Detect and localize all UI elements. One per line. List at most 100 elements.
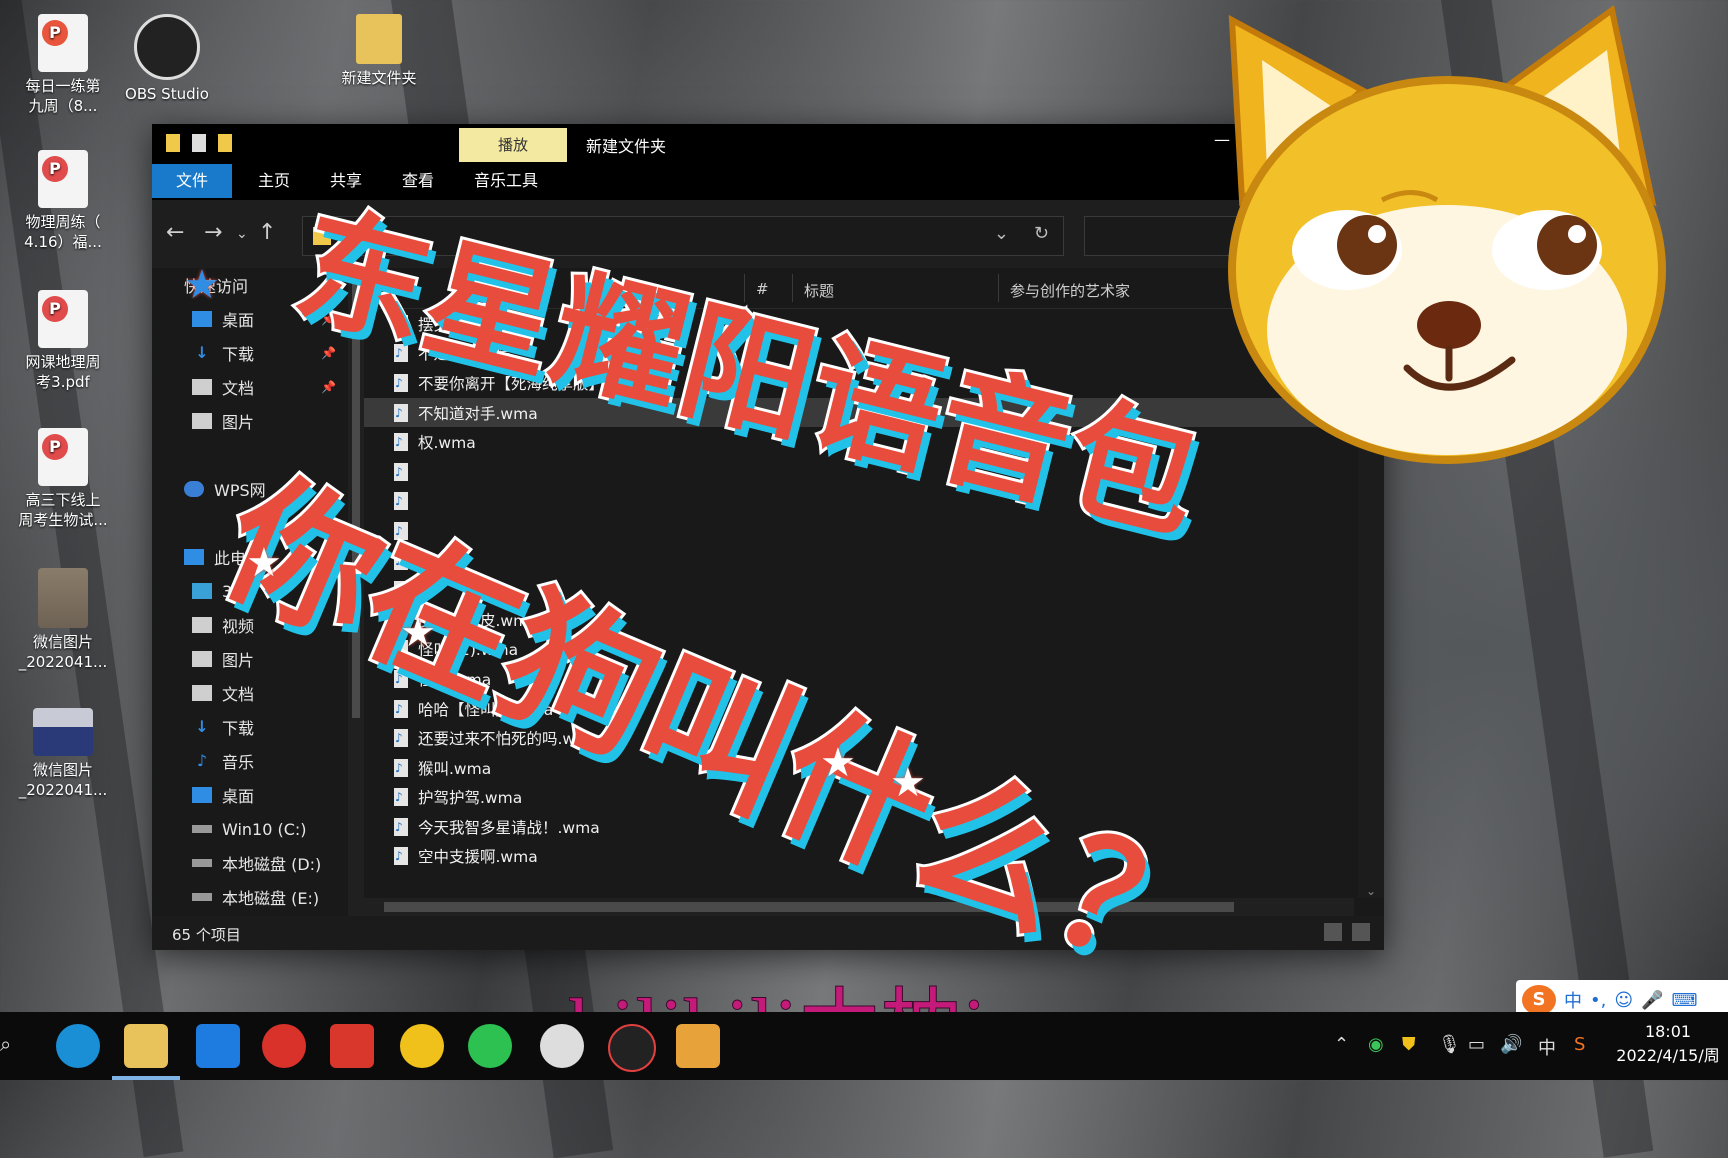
audio-file-icon — [394, 788, 408, 807]
nav-item[interactable]: 桌面 — [152, 778, 348, 812]
keyboard-icon[interactable]: ⌨ — [1672, 990, 1698, 1011]
window-title: 新建文件夹 — [586, 137, 667, 156]
bluetooth-app-icon[interactable] — [196, 1024, 240, 1068]
network-icon[interactable]: ▭ — [1468, 1034, 1485, 1055]
drive-icon — [192, 859, 212, 867]
audio-file-icon — [394, 403, 408, 422]
audio-file-icon — [394, 729, 408, 748]
desktop-icon — [192, 787, 212, 803]
scroll-down-icon[interactable]: ⌄ — [1358, 884, 1384, 898]
quick-access-toolbar[interactable] — [166, 134, 232, 152]
star-icon: ★ — [184, 268, 220, 308]
nav-item[interactable]: Win10 (C:) — [152, 812, 348, 846]
desktop-icon[interactable]: 每日一练第九周（8... — [8, 14, 118, 116]
file-name: 不知道对手.wma — [418, 404, 538, 423]
clock[interactable]: 18:01 2022/4/15/周 — [1608, 1020, 1728, 1068]
emoji-icon[interactable]: ☺ — [1614, 990, 1633, 1011]
pc-icon — [184, 549, 204, 565]
shield-icon[interactable]: ⛊ — [1402, 1034, 1416, 1055]
browser-icon[interactable] — [540, 1024, 584, 1068]
file-name: 护驾护驾.wma — [418, 789, 523, 808]
clock-date: 2022/4/15/周 — [1616, 1046, 1720, 1065]
nav-item[interactable]: ↓ 下载 — [152, 710, 348, 744]
tab-file[interactable]: 文件 — [152, 164, 232, 198]
app-status-icon[interactable]: ◉ — [1368, 1034, 1384, 1055]
audio-file-icon — [394, 847, 408, 866]
file-explorer-icon[interactable] — [112, 1024, 180, 1080]
microphone-tray-icon[interactable]: 🎙 — [1438, 1034, 1461, 1055]
desktop-icon[interactable]: 网课地理周考3.pdf — [8, 290, 118, 392]
audio-file-icon — [394, 817, 408, 836]
tray-language[interactable]: 中 — [1538, 1034, 1556, 1060]
obs-icon — [134, 14, 200, 80]
file-name: 权.wma — [418, 434, 476, 453]
desktop-icon-label: 网课地理周 — [25, 353, 101, 371]
nav-item[interactable]: 文档 — [152, 676, 348, 710]
image-icon — [33, 708, 93, 756]
details-view-icon[interactable] — [1324, 923, 1342, 941]
new-folder-icon[interactable] — [218, 134, 232, 152]
desktop-icon[interactable]: 高三下线上周考生物试... — [8, 428, 118, 530]
taskbar: ⌕ ⌃ ◉ ⛊ 🎙 ▭ 🔊 中 S 18:01 2022/4/15/周 — [0, 1012, 1728, 1080]
refresh-icon[interactable]: ↻ — [1034, 223, 1049, 244]
nav-item[interactable]: 本地磁盘 (D:) — [152, 846, 348, 880]
desktop-icon-label: _2022041... — [18, 653, 108, 671]
nav-item-label: 桌面 — [222, 787, 255, 806]
nav-item-label: Win10 (C:) — [222, 819, 307, 839]
drive-icon — [192, 825, 212, 833]
media-icon[interactable] — [676, 1024, 720, 1068]
tab-music-tools[interactable]: 音乐工具 — [454, 164, 558, 198]
forward-arrow-icon[interactable]: → — [204, 220, 222, 245]
ime-punctuation[interactable]: •, — [1590, 990, 1606, 1011]
music-app-icon[interactable] — [400, 1024, 444, 1068]
nav-item[interactable]: 本地磁盘 (E:) — [152, 880, 348, 914]
desktop-icon-label: 微信图片 — [32, 633, 93, 651]
microphone-icon[interactable]: 🎤 — [1641, 990, 1663, 1011]
up-arrow-icon[interactable]: ↑ — [258, 220, 276, 245]
nav-item-label: 本地磁盘 (E:) — [222, 889, 320, 908]
desktop-icon[interactable]: 微信图片 _2022041... — [8, 568, 118, 672]
sparkle-icon: ★ — [890, 760, 926, 806]
large-icons-view-icon[interactable] — [1352, 923, 1370, 941]
chevron-up-icon[interactable]: ⌃ — [1334, 1034, 1349, 1055]
desktop-icon-label: 高三下线上 — [25, 491, 101, 509]
nav-item[interactable]: ♪ 音乐 — [152, 744, 348, 778]
play-context-tab[interactable]: 播放 — [459, 128, 567, 162]
desktop-icon[interactable]: 物理周练（ 4.16）福... — [8, 150, 118, 252]
pdf-icon — [38, 150, 88, 208]
wechat-icon[interactable] — [468, 1024, 512, 1068]
chevron-down-icon[interactable]: ⌄ — [994, 223, 1009, 244]
ime-language[interactable]: 中 — [1564, 987, 1582, 1013]
file-name: 今天我智多星请战！.wma — [418, 818, 600, 837]
edge-icon[interactable] — [56, 1024, 100, 1068]
wps-icon[interactable] — [330, 1024, 374, 1068]
file-name: 猴叫.wma — [418, 759, 492, 778]
file-row[interactable] — [364, 487, 1384, 517]
document-icon — [192, 685, 212, 701]
title-bar[interactable]: 播放 新建文件夹 — — [152, 124, 1384, 162]
tab-home[interactable]: 主页 — [238, 164, 310, 198]
folder-icon[interactable] — [166, 134, 180, 152]
search-icon[interactable]: ⌕ — [0, 1032, 11, 1056]
video-app-icon[interactable] — [262, 1024, 306, 1068]
sogou-tray-icon[interactable]: S — [1574, 1034, 1585, 1055]
doge-face-sticker — [1228, 4, 1666, 464]
column-artists[interactable]: 参与创作的艺术家 — [1010, 280, 1130, 301]
back-arrow-icon[interactable]: ← — [166, 220, 184, 245]
desktop-icon-label: 物理周练（ — [25, 213, 101, 231]
pictures-icon — [192, 651, 212, 667]
nav-item-label: 文档 — [222, 685, 255, 704]
pdf-icon — [38, 428, 88, 486]
desktop-icon[interactable]: OBS Studio — [112, 14, 222, 104]
audio-file-icon — [394, 758, 408, 777]
obs-icon[interactable] — [608, 1024, 656, 1072]
clock-time: 18:01 — [1644, 1022, 1692, 1041]
desktop-icon-label: OBS Studio — [125, 85, 209, 103]
recent-locations-chevron-icon[interactable]: ⌄ — [236, 226, 248, 242]
desktop-icon[interactable]: 微信图片 _2022041... — [8, 708, 118, 800]
properties-icon[interactable] — [192, 134, 206, 152]
sogou-logo-icon[interactable]: S — [1522, 985, 1556, 1015]
nav-item[interactable]: 文档 📌 — [152, 370, 348, 404]
desktop-icon[interactable]: 新建文件夹 — [324, 14, 434, 88]
volume-icon[interactable]: 🔊 — [1500, 1034, 1522, 1055]
